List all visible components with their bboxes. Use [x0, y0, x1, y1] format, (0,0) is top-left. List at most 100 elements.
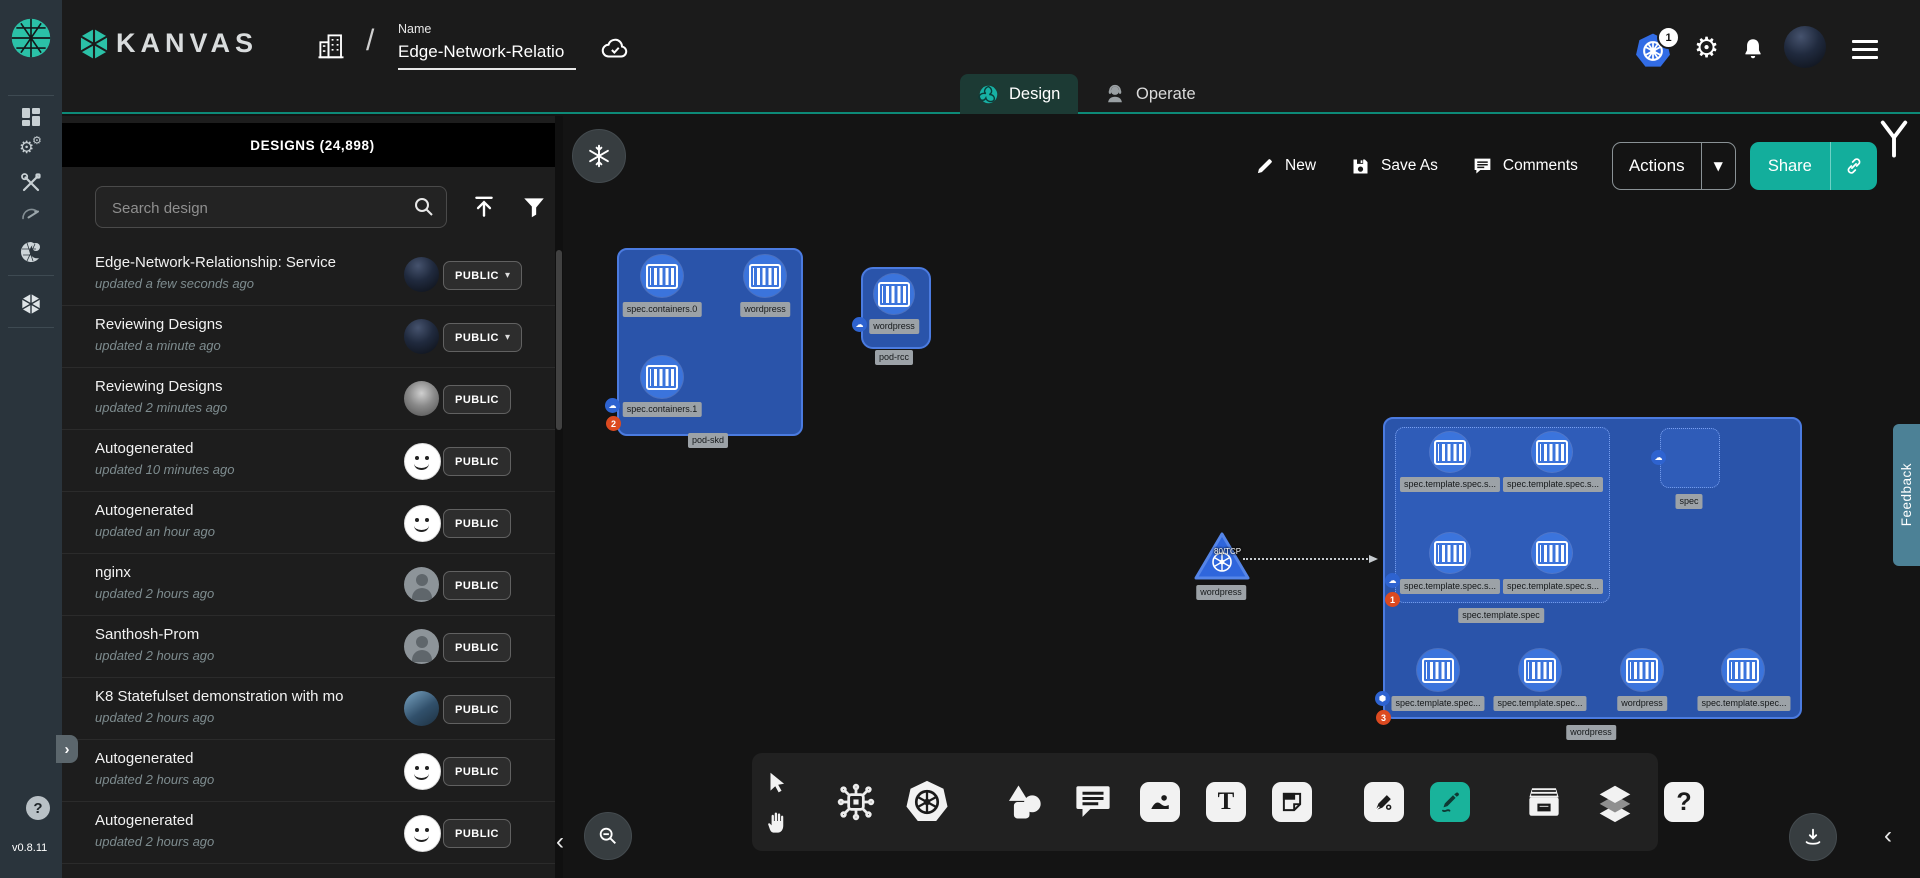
upload-design-icon[interactable]: [471, 194, 497, 220]
error-count-badge[interactable]: 3: [1376, 710, 1391, 725]
comments-button[interactable]: Comments: [1472, 156, 1578, 177]
text-tool[interactable]: T: [1206, 782, 1246, 822]
cloud-badge[interactable]: ☁: [1385, 573, 1400, 588]
kubernetes-tool[interactable]: [904, 779, 950, 825]
error-count-badge[interactable]: 2: [606, 416, 621, 431]
zoom-out-fab[interactable]: [584, 812, 632, 860]
design-list-item[interactable]: Reviewing Designs updated 2 minutes ago …: [62, 368, 563, 430]
cloud-badge[interactable]: ☁: [605, 398, 620, 413]
node-container-0[interactable]: [641, 255, 683, 297]
node-container[interactable]: [1417, 649, 1459, 691]
node-container[interactable]: [1532, 432, 1572, 472]
settings-gear-icon[interactable]: ⚙: [1694, 34, 1719, 62]
container-icon: [1434, 440, 1466, 465]
sidebar-item-mesh[interactable]: [19, 240, 43, 264]
feedback-tab[interactable]: Feedback: [1893, 424, 1920, 566]
visibility-badge[interactable]: PUBLIC ▾: [443, 819, 511, 848]
actions-button[interactable]: Actions ▼: [1612, 142, 1736, 190]
visibility-badge[interactable]: PUBLIC ▾: [443, 323, 522, 352]
node-container-2[interactable]: [641, 356, 683, 398]
error-count-badge[interactable]: 1: [1385, 592, 1400, 607]
visibility-badge[interactable]: PUBLIC ▾: [443, 509, 511, 538]
shapes-tool[interactable]: [1002, 780, 1046, 824]
node-container[interactable]: [1722, 649, 1764, 691]
collapse-right-chevron[interactable]: ‹: [1884, 824, 1892, 848]
cloud-badge[interactable]: ☁: [1651, 450, 1666, 465]
layers-tool[interactable]: [1592, 779, 1638, 825]
note-tool[interactable]: [1272, 782, 1312, 822]
sidebar-item-performance[interactable]: [19, 202, 43, 226]
save-as-button[interactable]: Save As: [1350, 156, 1438, 177]
search-icon[interactable]: [412, 195, 436, 219]
visibility-badge[interactable]: PUBLIC ▾: [443, 695, 511, 724]
node-container[interactable]: [1532, 533, 1572, 573]
hamburger-menu-icon[interactable]: [1852, 40, 1878, 59]
notifications-bell-icon[interactable]: [1740, 36, 1766, 62]
node-container[interactable]: [874, 274, 914, 314]
cloud-badge[interactable]: ☁: [852, 317, 867, 332]
design-list-item[interactable]: Autogenerated updated an hour ago PUBLIC…: [62, 492, 563, 554]
design-list-item[interactable]: Edge-Network-Relationship: Service updat…: [62, 244, 563, 306]
circuit-tool[interactable]: [834, 780, 878, 824]
design-list-item[interactable]: K8 Statefulset demonstration with mo upd…: [62, 678, 563, 740]
pan-tool[interactable]: [764, 806, 792, 836]
pen-tool[interactable]: [1364, 782, 1404, 822]
drawer-tool[interactable]: [1522, 780, 1566, 824]
dock-toggle-fab[interactable]: [1789, 813, 1837, 861]
tab-design[interactable]: Design: [960, 74, 1078, 114]
visibility-badge[interactable]: PUBLIC ▾: [443, 261, 522, 290]
search-input[interactable]: [110, 187, 404, 229]
sidebar-item-lifecycle[interactable]: ⚙⚙: [19, 136, 43, 160]
visibility-badge[interactable]: PUBLIC ▾: [443, 757, 511, 786]
collapse-panel-chevron[interactable]: ‹: [556, 830, 564, 854]
share-button[interactable]: Share: [1750, 142, 1877, 190]
node-container[interactable]: [1430, 432, 1470, 472]
node-service-wordpress[interactable]: [1192, 530, 1252, 582]
select-tool[interactable]: [764, 768, 790, 798]
canvas-menu-fab[interactable]: [572, 129, 626, 183]
sidebar-item-configuration[interactable]: [19, 171, 43, 195]
filter-icon[interactable]: [521, 194, 547, 220]
node-spec[interactable]: [1660, 428, 1720, 488]
visibility-badge[interactable]: PUBLIC ▾: [443, 447, 511, 476]
design-name-input[interactable]: [398, 40, 576, 70]
panel-scrollbar-track[interactable]: [555, 116, 563, 878]
node-container-1[interactable]: [744, 255, 786, 297]
meshery-logo-icon[interactable]: [9, 16, 53, 60]
sidebar-item-kanvas[interactable]: [19, 292, 43, 316]
flows-merge-icon[interactable]: [1876, 118, 1912, 160]
copy-link-icon[interactable]: [1830, 142, 1877, 190]
design-updated: updated an hour ago: [95, 524, 215, 539]
dock-help-tool[interactable]: ?: [1664, 782, 1704, 822]
node-container[interactable]: [1621, 649, 1663, 691]
organization-icon[interactable]: [316, 30, 346, 62]
visibility-badge[interactable]: PUBLIC ▾: [443, 633, 511, 662]
edge-service-to-deployment[interactable]: [1243, 558, 1376, 560]
design-list-item[interactable]: nginx updated 2 hours ago PUBLIC ▾: [62, 554, 563, 616]
visibility-badge[interactable]: PUBLIC ▾: [443, 571, 511, 600]
new-button[interactable]: New: [1255, 156, 1316, 176]
panel-expand-chevron[interactable]: ›: [56, 735, 78, 763]
node-spec-template-spec[interactable]: [1395, 427, 1610, 603]
design-list-item[interactable]: Autogenerated updated 2 hours ago PUBLIC…: [62, 802, 563, 864]
hexagon-badge[interactable]: ⬢: [1375, 691, 1390, 706]
actions-caret-icon[interactable]: ▼: [1701, 143, 1735, 189]
freehand-draw-tool[interactable]: [1430, 782, 1470, 822]
node-container[interactable]: [1519, 649, 1561, 691]
design-list-item[interactable]: Autogenerated updated 10 minutes ago PUB…: [62, 430, 563, 492]
design-list-item[interactable]: Santhosh-Prom updated 2 hours ago PUBLIC…: [62, 616, 563, 678]
image-tool[interactable]: [1140, 782, 1180, 822]
comment-tool[interactable]: [1072, 781, 1114, 823]
design-list-item[interactable]: Reviewing Designs updated a minute ago P…: [62, 306, 563, 368]
design-list-item[interactable]: Autogenerated updated 2 hours ago PUBLIC…: [62, 740, 563, 802]
kubernetes-context-chip[interactable]: 1: [1634, 32, 1672, 70]
sidebar-item-dashboard[interactable]: [19, 105, 43, 129]
user-avatar[interactable]: [1784, 26, 1826, 68]
help-button[interactable]: ?: [26, 796, 50, 820]
tab-operate[interactable]: Operate: [1086, 74, 1214, 114]
cloud-sync-icon: [598, 34, 632, 64]
panel-scrollbar-thumb[interactable]: [556, 250, 562, 430]
kanvas-logo-icon: [76, 26, 112, 62]
visibility-badge[interactable]: PUBLIC ▾: [443, 385, 511, 414]
node-container[interactable]: [1430, 533, 1470, 573]
